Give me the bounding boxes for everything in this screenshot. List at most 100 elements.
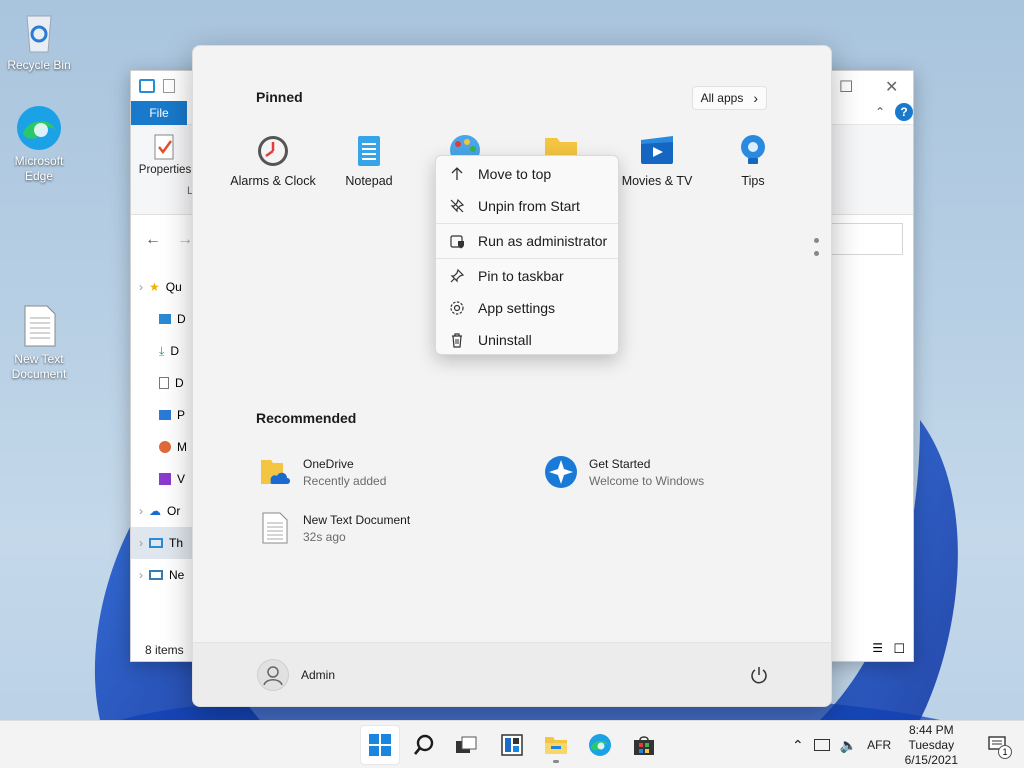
maximize-button[interactable]: ☐ — [839, 77, 853, 97]
sidebar-item-music[interactable]: M — [131, 431, 201, 463]
videos-icon — [159, 473, 171, 485]
menu-item-label: Pin to taskbar — [478, 268, 564, 284]
edge-icon — [15, 104, 63, 152]
sidebar-item-pictures[interactable]: P — [131, 399, 201, 431]
menu-item-unpin-from-start[interactable]: Unpin from Start — [436, 190, 618, 222]
forward-arrow-icon[interactable]: → — [177, 231, 193, 249]
file-tab[interactable]: File — [131, 101, 187, 125]
computer-icon — [139, 79, 155, 93]
menu-item-label: Run as administrator — [478, 233, 608, 249]
sidebar-item-this-pc[interactable]: › Th — [131, 527, 201, 559]
close-button[interactable]: ✕ — [885, 77, 898, 97]
menu-item-label: Uninstall — [478, 332, 532, 348]
pinned-app-movies-tv[interactable]: Movies & TV — [609, 132, 705, 188]
menu-separator — [436, 258, 618, 259]
pinned-app-label: Notepad — [345, 174, 393, 188]
unpin-icon — [448, 197, 466, 215]
desktop-icon-recycle-bin[interactable]: Recycle Bin — [1, 8, 77, 73]
pinned-app-tips[interactable]: Tips — [705, 132, 801, 188]
properties-label: Properties — [138, 164, 192, 176]
download-icon: ⤓ — [159, 343, 165, 358]
context-menu: Move to top Unpin from Start Run as admi… — [435, 155, 619, 355]
menu-item-label: App settings — [478, 300, 556, 316]
edge-taskbar-button[interactable] — [580, 725, 620, 765]
file-explorer-taskbar-button[interactable] — [536, 725, 576, 765]
desktop-icon-label: Microsoft Edge — [14, 154, 64, 183]
documents-icon — [159, 377, 169, 389]
sidebar-item-documents[interactable]: D — [131, 367, 201, 399]
large-icons-view-icon[interactable]: ☐ — [893, 641, 905, 657]
edge-icon — [589, 734, 611, 756]
clock-date: 6/15/2021 — [904, 753, 958, 767]
desktop-icon-text-document[interactable]: New Text Document — [1, 302, 77, 382]
start-menu-footer: Admin — [193, 642, 831, 706]
menu-item-label: Move to top — [478, 166, 552, 182]
start-button[interactable] — [360, 725, 400, 765]
movies-tv-icon — [639, 132, 675, 168]
store-icon — [634, 736, 654, 755]
network-icon — [149, 570, 163, 580]
sidebar-item-quick-access[interactable]: › ★ Qu — [131, 271, 201, 303]
recommended-item-onedrive[interactable]: OneDrive Recently added — [257, 454, 386, 490]
properties-button[interactable]: Properties — [137, 133, 193, 176]
pinned-app-alarms-clock[interactable]: Alarms & Clock — [225, 132, 321, 188]
network-icon[interactable] — [813, 739, 830, 751]
widgets-button[interactable] — [492, 725, 532, 765]
desktop-icon-edge[interactable]: Microsoft Edge — [1, 104, 77, 184]
recommended-title-text: OneDrive — [303, 456, 354, 471]
menu-item-app-settings[interactable]: App settings — [436, 292, 618, 324]
text-document-icon — [257, 510, 293, 546]
cloud-icon: ☁ — [149, 504, 161, 518]
sidebar-item-videos[interactable]: V — [131, 463, 201, 495]
status-bar-item-count: 8 items — [145, 643, 184, 657]
computer-icon — [149, 538, 163, 548]
desktop-folder-icon — [159, 314, 171, 324]
sidebar-item-desktop[interactable]: D — [131, 303, 201, 335]
pinned-title: Pinned — [256, 89, 303, 105]
tips-icon — [735, 132, 771, 168]
arrow-up-icon — [448, 165, 466, 183]
chevron-up-icon[interactable]: ⌃ — [875, 105, 885, 119]
chevron-right-icon: › — [753, 90, 758, 106]
clock-time: 8:44 PM — [908, 723, 954, 737]
power-button[interactable] — [749, 665, 769, 685]
menu-item-pin-to-taskbar[interactable]: Pin to taskbar — [436, 260, 618, 292]
chevron-up-icon[interactable]: ⌃ — [792, 737, 804, 754]
volume-icon[interactable]: 🔈 — [840, 737, 857, 754]
menu-item-label: Unpin from Start — [478, 198, 580, 214]
menu-item-move-to-top[interactable]: Move to top — [436, 158, 618, 190]
menu-item-uninstall[interactable]: Uninstall — [436, 324, 618, 356]
pinned-app-label: Alarms & Clock — [230, 174, 316, 188]
task-view-button[interactable] — [446, 725, 486, 765]
all-apps-button[interactable]: All apps › — [691, 86, 767, 110]
pinned-app-notepad[interactable]: Notepad — [321, 132, 417, 188]
get-started-icon — [543, 454, 579, 490]
pinned-app-label: Movies & TV — [621, 174, 693, 188]
recommended-item-new-text-document[interactable]: New Text Document 32s ago — [257, 510, 410, 546]
sidebar-item-onedrive[interactable]: › ☁ Or — [131, 495, 201, 527]
user-icon — [263, 666, 283, 686]
menu-item-run-as-administrator[interactable]: Run as administrator — [436, 225, 618, 257]
start-icon — [369, 734, 391, 756]
notepad-icon — [351, 132, 387, 168]
notification-button[interactable]: 1 — [988, 735, 1012, 759]
clock[interactable]: 8:44 PM Tuesday 6/15/2021 — [905, 723, 958, 768]
sidebar-item-downloads[interactable]: ⤓ D — [131, 335, 201, 367]
search-button[interactable] — [404, 725, 444, 765]
notification-count-badge: 1 — [998, 745, 1012, 759]
user-avatar[interactable] — [257, 659, 289, 691]
pin-icon — [448, 267, 466, 285]
user-name[interactable]: Admin — [301, 668, 335, 682]
recommended-subtitle-text: Welcome to Windows — [589, 473, 705, 488]
store-taskbar-button[interactable] — [624, 725, 664, 765]
desktop-icon-label: Recycle Bin — [7, 58, 71, 72]
language-indicator[interactable]: AFR — [867, 738, 891, 752]
back-arrow-icon[interactable]: ← — [145, 231, 161, 249]
help-icon[interactable]: ? — [895, 103, 913, 121]
recycle-bin-icon — [15, 8, 63, 56]
recommended-item-get-started[interactable]: Get Started Welcome to Windows — [543, 454, 704, 490]
search-box[interactable] — [831, 223, 903, 255]
sidebar-item-network[interactable]: › Ne — [131, 559, 201, 591]
pinned-page-indicator[interactable] — [814, 238, 820, 262]
details-view-icon[interactable]: ☰ — [872, 641, 883, 655]
